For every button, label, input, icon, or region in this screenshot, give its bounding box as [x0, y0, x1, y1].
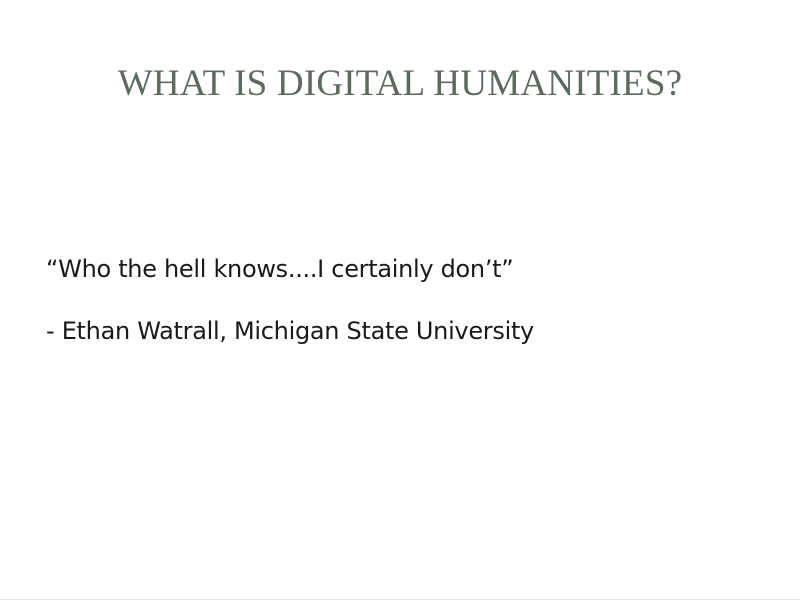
- quote-text: “Who the hell knows....I certainly don’t…: [46, 255, 514, 283]
- slide-body: “Who the hell knows....I certainly don’t…: [46, 252, 766, 348]
- quote-attribution: - Ethan Watrall, Michigan State Universi…: [46, 317, 534, 345]
- slide: WHAT IS DIGITAL HUMANITIES? “Who the hel…: [0, 0, 800, 600]
- slide-title: WHAT IS DIGITAL HUMANITIES?: [117, 63, 683, 104]
